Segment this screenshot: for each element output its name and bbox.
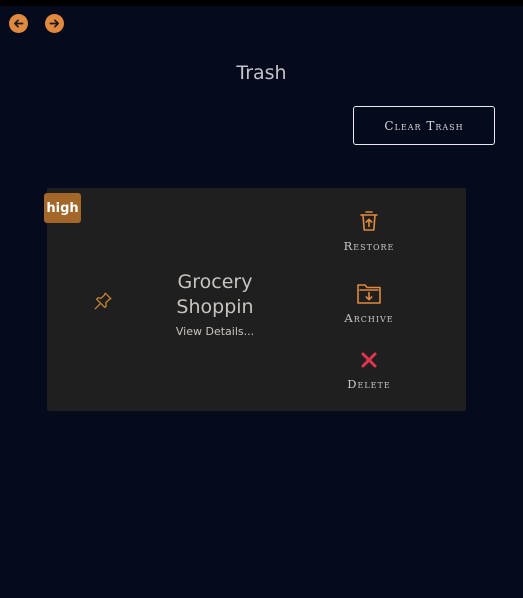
arrow-left-icon xyxy=(14,19,24,28)
restore-button[interactable]: Restore xyxy=(330,209,408,253)
window-top-bar xyxy=(0,0,523,6)
restore-label: Restore xyxy=(343,239,395,253)
note-title-line-1: Grocery xyxy=(177,271,253,293)
trash-restore-icon xyxy=(360,211,378,231)
view-details-link[interactable]: View Details... xyxy=(150,325,280,338)
folder-archive-icon xyxy=(357,284,381,304)
pin-icon[interactable] xyxy=(92,290,114,312)
archive-button[interactable]: Archive xyxy=(330,281,408,325)
delete-label: Delete xyxy=(347,377,391,391)
arrow-right-icon xyxy=(49,19,59,28)
archive-label: Archive xyxy=(344,311,394,325)
note-title: Grocery Shoppin xyxy=(150,270,280,320)
delete-button[interactable]: Delete xyxy=(330,351,408,391)
back-button[interactable] xyxy=(9,14,28,33)
clear-trash-button[interactable]: Clear Trash xyxy=(353,106,495,145)
note-title-line-2: Shoppin xyxy=(176,296,254,318)
priority-badge: high xyxy=(44,193,81,223)
close-x-icon xyxy=(361,352,377,368)
forward-button[interactable] xyxy=(45,14,64,33)
page-title: Trash xyxy=(236,62,287,84)
